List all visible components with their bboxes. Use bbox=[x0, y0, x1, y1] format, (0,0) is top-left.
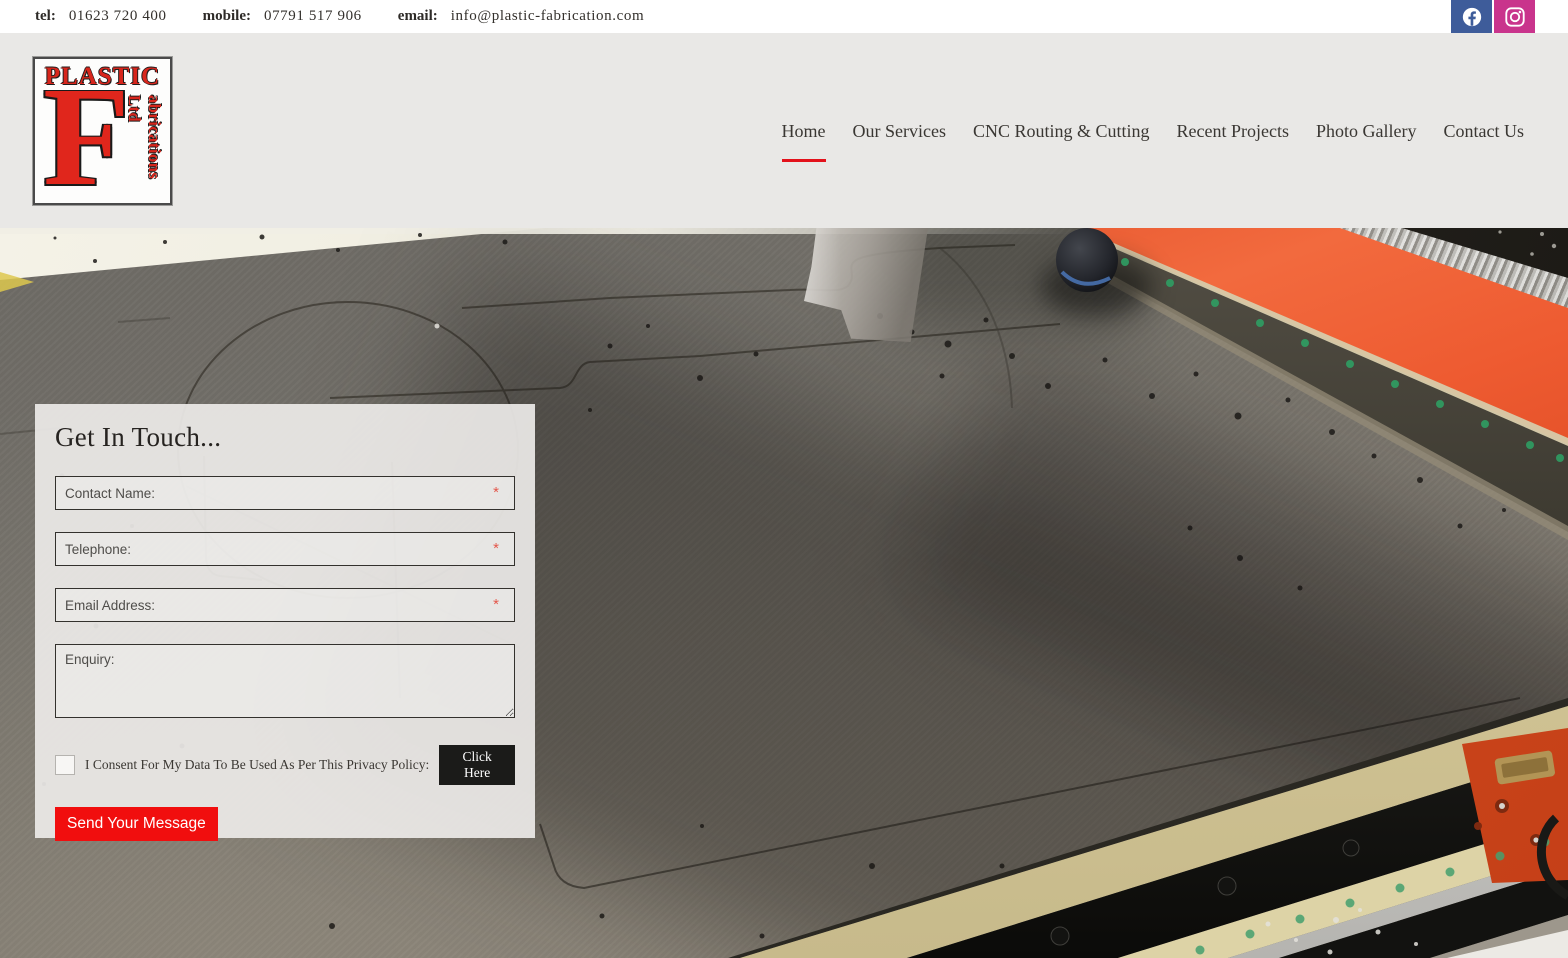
tel-label: tel: bbox=[35, 8, 56, 24]
facebook-icon[interactable] bbox=[1451, 0, 1492, 34]
nav-item-home[interactable]: Home bbox=[781, 121, 826, 162]
consent-checkbox[interactable] bbox=[55, 755, 75, 775]
nav-item-contact-us[interactable]: Contact Us bbox=[1444, 121, 1525, 162]
main-nav: Home Our Services CNC Routing & Cutting … bbox=[781, 121, 1525, 162]
tel-value: 01623 720 400 bbox=[68, 8, 167, 24]
instagram-glyph bbox=[1504, 7, 1525, 27]
social-links bbox=[1451, 0, 1535, 34]
site-header: PLASTIC F abrications Ltd Home Our Servi… bbox=[0, 33, 1568, 228]
facebook-glyph bbox=[1462, 7, 1481, 27]
logo-letter-f: F bbox=[43, 57, 130, 205]
contact-form-panel: Get In Touch... * * * I Consent For My D… bbox=[35, 404, 535, 841]
required-marker: * bbox=[493, 484, 499, 501]
contact-name-input[interactable] bbox=[55, 476, 515, 510]
mobile-label: mobile: bbox=[202, 8, 251, 24]
mobile-group: mobile: 07791 517 906 bbox=[203, 8, 362, 25]
mobile-value: 07791 517 906 bbox=[263, 8, 362, 24]
telephone-group: tel: 01623 720 400 bbox=[35, 8, 167, 25]
page: tel: 01623 720 400 mobile: 07791 517 906… bbox=[0, 0, 1568, 958]
nav-item-our-services[interactable]: Our Services bbox=[853, 121, 946, 162]
enquiry-field bbox=[55, 644, 515, 723]
consent-row: I Consent For My Data To Be Used As Per … bbox=[55, 745, 515, 785]
email-group: email: info@plastic-fabrication.com bbox=[398, 8, 644, 25]
top-contact-bar: tel: 01623 720 400 mobile: 07791 517 906… bbox=[0, 0, 1568, 34]
form-title: Get In Touch... bbox=[55, 422, 222, 452]
nav-item-recent-projects[interactable]: Recent Projects bbox=[1177, 121, 1289, 162]
telephone-input[interactable] bbox=[55, 532, 515, 566]
required-marker: * bbox=[493, 596, 499, 613]
logo-word-fabrications: abrications Ltd bbox=[125, 95, 164, 180]
nav-item-cnc-routing[interactable]: CNC Routing & Cutting bbox=[973, 121, 1150, 162]
gantry-wheel bbox=[1056, 228, 1118, 292]
send-message-button[interactable]: Send Your Message bbox=[55, 807, 218, 841]
email-address-input[interactable] bbox=[55, 588, 515, 622]
logo-body: F abrications Ltd bbox=[41, 65, 164, 203]
instagram-icon[interactable] bbox=[1494, 0, 1535, 34]
email-address-field: * bbox=[55, 588, 515, 622]
privacy-policy-button[interactable]: Click Here bbox=[439, 745, 515, 785]
company-logo[interactable]: PLASTIC F abrications Ltd bbox=[33, 57, 172, 205]
contact-name-field: * bbox=[55, 476, 515, 510]
nav-item-photo-gallery[interactable]: Photo Gallery bbox=[1316, 121, 1417, 162]
telephone-field: * bbox=[55, 532, 515, 566]
email-value: info@plastic-fabrication.com bbox=[450, 8, 645, 24]
email-label: email: bbox=[397, 8, 438, 24]
hero-photo: Get In Touch... * * * I Consent For My D… bbox=[0, 228, 1568, 958]
enquiry-textarea[interactable] bbox=[55, 644, 515, 718]
required-marker: * bbox=[493, 540, 499, 557]
consent-label: I Consent For My Data To Be Used As Per … bbox=[85, 757, 430, 772]
contact-info: tel: 01623 720 400 mobile: 07791 517 906… bbox=[35, 8, 644, 25]
